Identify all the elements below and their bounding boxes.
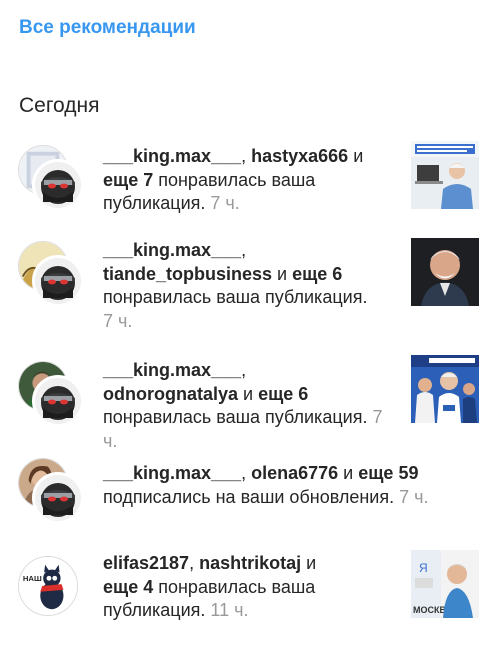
notification-item[interactable]: ___king.max___, olena6776 и еще 59 подпи… bbox=[0, 458, 495, 532]
notification-text: elifas2187, nashtrikotaj и еще 4 понрави… bbox=[103, 553, 317, 620]
post-thumbnail[interactable]: Я МОСКВУ bbox=[411, 550, 479, 618]
user-avatar-ninja[interactable] bbox=[32, 375, 84, 427]
timestamp: 7 ч. bbox=[103, 310, 133, 331]
user-avatar-ninja[interactable] bbox=[32, 255, 84, 307]
svg-text:НАШ: НАШ bbox=[23, 574, 42, 583]
others-count-link[interactable]: еще 6 bbox=[258, 384, 308, 404]
photo-man-moscow-icon: Я МОСКВУ bbox=[411, 550, 479, 618]
username-link[interactable]: ___king.max___ bbox=[103, 146, 241, 166]
section-title-today: Сегодня bbox=[19, 94, 100, 117]
others-count-link[interactable]: еще 4 bbox=[103, 577, 153, 597]
post-thumbnail[interactable] bbox=[411, 141, 479, 209]
notification-item[interactable]: НАШ elifas2187, nashtrikotaj и еще 4 пон… bbox=[0, 550, 495, 632]
user-avatar-ninja[interactable] bbox=[32, 159, 84, 211]
username-link[interactable]: odnorognatalya bbox=[103, 384, 238, 404]
username-link[interactable]: ___king.max___ bbox=[103, 240, 241, 260]
photo-man-at-laptop-icon bbox=[411, 141, 479, 209]
others-count-link[interactable]: еще 6 bbox=[292, 264, 342, 284]
timestamp: 11 ч. bbox=[205, 600, 249, 620]
username-link[interactable]: olena6776 bbox=[251, 463, 338, 483]
notification-text: ___king.max___, hastyxa666 и еще 7 понра… bbox=[103, 146, 364, 213]
username-link[interactable]: elifas2187 bbox=[103, 553, 189, 573]
notification-text: ___king.max___, tiande_topbusiness и еще… bbox=[103, 240, 368, 331]
post-thumbnail[interactable] bbox=[411, 355, 479, 423]
timestamp: 7 ч. bbox=[205, 193, 240, 213]
notification-item[interactable]: ___king.max___, odnorognatalya и еще 6 п… bbox=[0, 355, 495, 451]
username-link[interactable]: ___king.max___ bbox=[103, 360, 241, 380]
post-thumbnail[interactable] bbox=[411, 238, 479, 306]
notification-text: ___king.max___, olena6776 и еще 59 подпи… bbox=[103, 463, 429, 507]
username-link[interactable]: hastyxa666 bbox=[251, 146, 348, 166]
notification-item[interactable]: ___king.max___, hastyxa666 и еще 7 понра… bbox=[0, 141, 495, 221]
username-link[interactable]: tiande_topbusiness bbox=[103, 264, 272, 284]
notification-item[interactable]: ___king.max___, tiande_topbusiness и еще… bbox=[0, 235, 495, 335]
svg-text:Я: Я bbox=[419, 561, 428, 575]
notification-text: ___king.max___, odnorognatalya и еще 6 п… bbox=[103, 360, 383, 451]
others-count-link[interactable]: еще 7 bbox=[103, 170, 153, 190]
photo-sports-fans-icon bbox=[411, 355, 479, 423]
photo-smiling-man-icon bbox=[411, 238, 479, 306]
username-link[interactable]: ___king.max___ bbox=[103, 463, 241, 483]
timestamp: 7 ч. bbox=[394, 486, 429, 507]
username-link[interactable]: nashtrikotaj bbox=[199, 553, 301, 573]
others-count-link[interactable]: еще 59 bbox=[358, 463, 418, 483]
all-recommendations-link[interactable]: Все рекомендации bbox=[19, 17, 196, 39]
user-avatar-ninja[interactable] bbox=[32, 472, 84, 524]
user-avatar-nashtrikotaj[interactable]: НАШ bbox=[18, 556, 78, 616]
